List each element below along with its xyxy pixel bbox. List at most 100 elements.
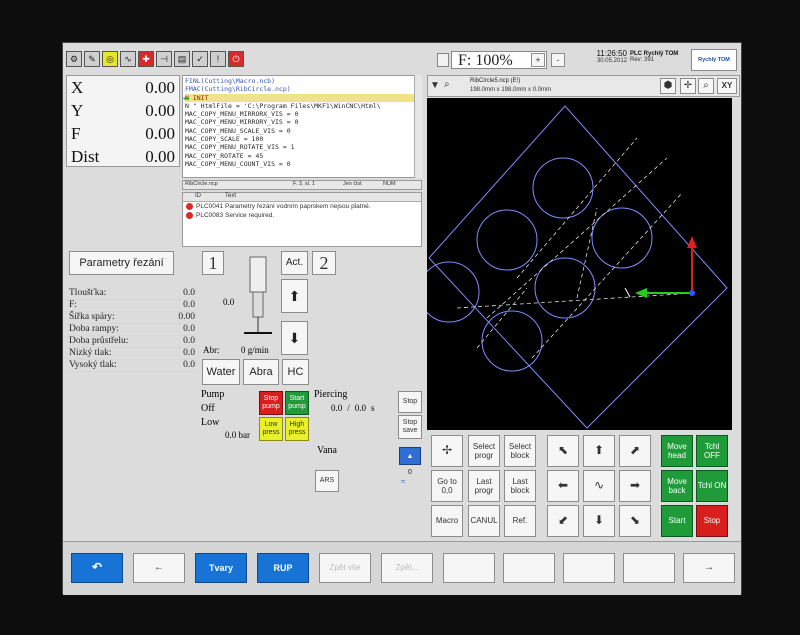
message-list: ID Text PLC0041 Parametry řezání vodním …: [182, 192, 422, 247]
param-row: Tloušťka: 0.0: [67, 288, 197, 300]
ref-button[interactable]: Ref.: [504, 505, 536, 537]
param-label: Vysoký tlak:: [69, 360, 117, 370]
xy-view-button[interactable]: XY: [717, 78, 737, 94]
status-mode: Jen čist: [343, 181, 362, 187]
tool-icon[interactable]: ⊣: [156, 51, 172, 67]
piercing-stop-save-button[interactable]: Stop save: [398, 415, 422, 439]
start-pump-button[interactable]: Start pump: [285, 391, 309, 415]
piercing-value-2: 0.0: [354, 403, 367, 413]
message-header-text: Text: [225, 193, 237, 199]
bulb-icon[interactable]: ✓: [192, 51, 208, 67]
code-line-current: N INIT: [185, 93, 419, 102]
message-row[interactable]: PLC0041 Parametry řezání vodním paprskem…: [183, 202, 421, 211]
ars-button[interactable]: ARS: [315, 470, 339, 492]
select-progr-button[interactable]: Select progr: [468, 435, 500, 467]
high-press-button[interactable]: High press: [285, 417, 309, 441]
jog-up-left-button[interactable]: ⬉: [547, 435, 579, 467]
select-block-button[interactable]: Select block: [504, 435, 536, 467]
head-down-button[interactable]: ⬇: [281, 321, 308, 355]
undo-all-button[interactable]: Zpět vše: [319, 553, 371, 583]
param-value: 0.0: [183, 336, 195, 346]
back-button[interactable]: ←: [133, 553, 185, 583]
toolpath-drawing: [427, 105, 728, 429]
pump-title: Pump: [201, 389, 225, 400]
jog-up-right-button[interactable]: ⬈: [619, 435, 651, 467]
function-button-8[interactable]: [503, 553, 555, 583]
clock: 11:26:50 30.05.2012: [591, 49, 627, 64]
spiral-icon[interactable]: ◎: [102, 51, 118, 67]
jog-up-button[interactable]: ⬆: [583, 435, 615, 467]
code-line: MAC_COPY_SCALE = 100: [185, 135, 264, 144]
vana-tank-button[interactable]: ▲: [399, 447, 421, 465]
message-text: Service required.: [225, 212, 275, 219]
head-2-number[interactable]: 2: [312, 251, 336, 275]
power-icon[interactable]: ⏻: [228, 51, 244, 67]
view-size: 198.0mm x 198.0mm x 0.0mm: [470, 87, 552, 93]
coord-f-value: 0.00: [145, 124, 175, 143]
code-editor[interactable]: FINL(Cutting\Macro.ncb) FMAC(Cutting\Rib…: [182, 75, 422, 178]
canul-button[interactable]: CANUL: [468, 505, 500, 537]
wave-icon[interactable]: ∿: [120, 51, 136, 67]
cnc-screen: ⚙ ✎ ◎ ∿ ✚ ⊣ ▤ ✓ ! ⏻ F: 100% + - 11:26:50…: [62, 42, 742, 595]
code-scrollbar[interactable]: [414, 75, 422, 178]
ruler-icon[interactable]: ▤: [174, 51, 190, 67]
abra-button[interactable]: Abra: [243, 359, 279, 385]
piercing-stop-button[interactable]: Stop: [398, 391, 422, 413]
move-back-button[interactable]: Move back: [661, 470, 693, 502]
cutting-view[interactable]: [427, 98, 732, 430]
tchl-off-button[interactable]: Tchl OFF: [696, 435, 728, 467]
stop-button[interactable]: Stop: [696, 505, 728, 537]
low-press-button[interactable]: Low press: [259, 417, 283, 441]
jog-right-button[interactable]: ➡: [619, 470, 651, 502]
rup-button[interactable]: RUP: [257, 553, 309, 583]
function-button-7[interactable]: [443, 553, 495, 583]
triangle-down-icon[interactable]: ▼: [430, 80, 440, 91]
magnifier-icon[interactable]: ⌕: [444, 79, 450, 90]
tchl-on-button[interactable]: Tchl ON: [696, 470, 728, 502]
param-label: Nízký tlak:: [69, 348, 112, 358]
search-icon[interactable]: ⌕: [698, 78, 714, 94]
cube-icon[interactable]: ⬢: [660, 78, 676, 94]
message-row[interactable]: PLC0083 Service required.: [183, 211, 421, 220]
start-button[interactable]: Start: [661, 505, 693, 537]
jog-down-right-button[interactable]: ⬊: [619, 505, 651, 537]
target-icon[interactable]: ✚: [138, 51, 154, 67]
piercing-values: 0.0 / 0.0 s: [331, 403, 375, 413]
jog-down-button[interactable]: ⬇: [583, 505, 615, 537]
go-to-origin-button[interactable]: Go to 0,0: [431, 470, 463, 502]
feed-minus-small-button[interactable]: -: [551, 53, 565, 67]
function-button-9[interactable]: [563, 553, 615, 583]
code-line: MAC_COPY_MENU_SCALE_VIS = 0: [185, 126, 291, 135]
param-label: Šířka spáry:: [69, 312, 115, 322]
head-1-number[interactable]: 1: [202, 251, 224, 275]
stop-pump-button[interactable]: Stop pump: [259, 391, 283, 415]
zoom-icon[interactable]: ✛: [680, 78, 696, 94]
act-button[interactable]: Act.: [281, 251, 308, 275]
hc-button[interactable]: HC: [282, 359, 309, 385]
param-row: Doba průstřelu: 0.0: [67, 336, 197, 348]
feed-minus-button[interactable]: [437, 53, 449, 67]
wrench-icon[interactable]: ✎: [84, 51, 100, 67]
pen-icon[interactable]: !: [210, 51, 226, 67]
tvary-button[interactable]: Tvary: [195, 553, 247, 583]
feed-plus-button[interactable]: +: [531, 53, 545, 67]
back-arrow-icon[interactable]: ↶: [71, 553, 123, 583]
forward-button[interactable]: →: [683, 553, 735, 583]
undo-button[interactable]: Zpět...: [381, 553, 433, 583]
water-button[interactable]: Water: [202, 359, 240, 385]
error-icon: [186, 212, 193, 219]
move-head-button[interactable]: Move head: [661, 435, 693, 467]
macro-button[interactable]: Macro: [431, 505, 463, 537]
head-up-button[interactable]: ⬆: [281, 279, 308, 313]
jog-down-left-button[interactable]: ⬋: [547, 505, 579, 537]
company-logo: Rychlý TOM: [691, 49, 737, 71]
gear-icon[interactable]: ⚙: [66, 51, 82, 67]
jog-speed-icon[interactable]: ∿: [583, 470, 615, 502]
function-button-10[interactable]: [623, 553, 675, 583]
spin-icon[interactable]: ✢: [431, 435, 463, 467]
coordinate-panel: X 0.00 Y 0.00 F 0.00 Dist 0.00: [66, 75, 180, 167]
params-table: Tloušťka: 0.0 F: 0.0 Šířka spáry: 0.00 Doba…: [67, 288, 197, 372]
last-block-button[interactable]: Last block: [504, 470, 536, 502]
jog-left-button[interactable]: ⬅: [547, 470, 579, 502]
last-progr-button[interactable]: Last progr: [468, 470, 500, 502]
